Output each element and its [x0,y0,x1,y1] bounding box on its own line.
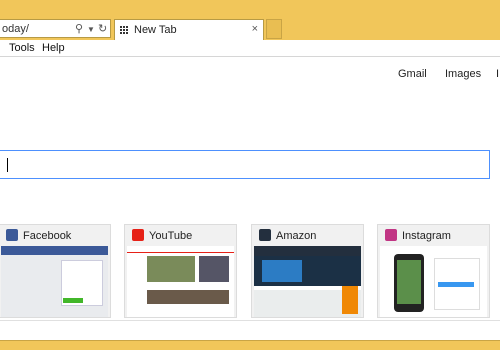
tab-new-tab[interactable]: New Tab × [114,19,264,40]
tile-facebook[interactable]: Facebook [0,224,111,318]
tile-thumbnail [1,246,108,317]
tile-title: Amazon [276,230,317,242]
instagram-icon [385,229,397,241]
address-bar[interactable]: oday/ ⚲ ▼ ↻ [0,19,111,38]
tab-title: New Tab [134,24,177,36]
youtube-icon [132,229,144,241]
tile-thumbnail [380,246,487,317]
dropdown-icon[interactable]: ▼ [87,25,95,34]
tile-header: Facebook [0,225,110,245]
tile-title: Instagram [402,230,451,242]
menu-tools[interactable]: Tools [9,42,35,54]
text-caret [7,158,8,172]
search-input[interactable] [0,150,490,179]
bottom-frame [0,340,500,350]
facebook-icon [6,229,18,241]
refresh-icon[interactable]: ↻ [98,22,107,35]
tile-title: YouTube [149,230,193,242]
new-tab-button[interactable] [266,19,282,39]
tile-thumbnail [254,246,361,317]
tile-instagram[interactable]: Instagram [377,224,490,318]
tile-thumbnail [127,246,234,317]
grid-icon [120,26,128,34]
tile-title: Facebook [23,230,72,242]
gmail-link[interactable]: Gmail [398,68,427,80]
status-strip [0,320,500,340]
tile-header: Amazon [252,225,363,245]
tile-youtube[interactable]: YouTube [124,224,237,318]
menu-help[interactable]: Help [42,42,65,54]
address-url[interactable]: oday/ [2,23,29,35]
images-link[interactable]: Images [445,68,481,80]
tile-amazon[interactable]: Amazon [251,224,364,318]
tile-header: YouTube [125,225,236,245]
close-tab-icon[interactable]: × [252,23,258,35]
apps-link[interactable]: I [496,68,499,80]
amazon-icon [259,229,271,241]
search-icon[interactable]: ⚲ [75,22,83,35]
tile-header: Instagram [378,225,489,245]
menu-bar: Tools Help [0,40,500,57]
